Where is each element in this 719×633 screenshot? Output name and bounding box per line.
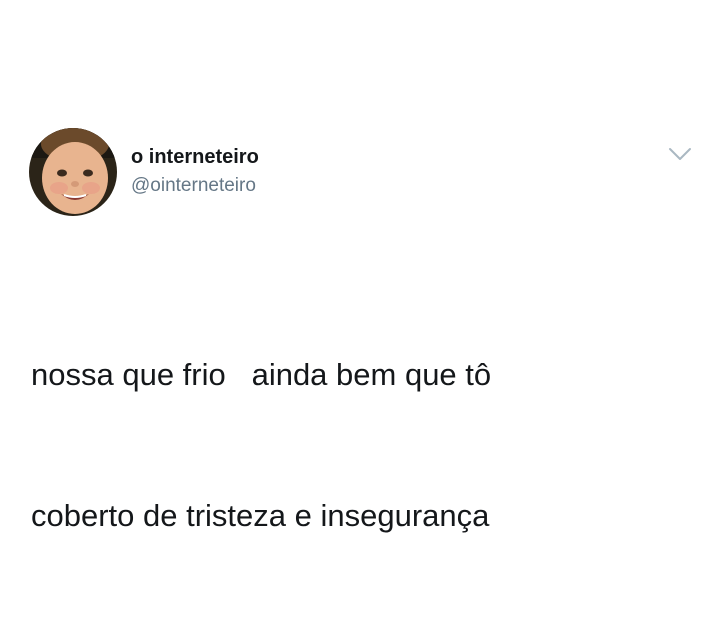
display-name[interactable]: o interneteiro [131,146,259,169]
user-handle[interactable]: @ointerneteiro [131,175,256,197]
chevron-down-icon[interactable] [668,146,692,162]
tweet-text-line: nossa que frio ainda bem que tô [31,357,492,392]
avatar[interactable] [29,128,117,216]
avatar-photo [29,128,117,216]
tweet-card: o interneteiro @ointerneteiro nossa que … [0,0,719,533]
tweet-text: nossa que frio ainda bem que tô coberto … [31,257,671,633]
